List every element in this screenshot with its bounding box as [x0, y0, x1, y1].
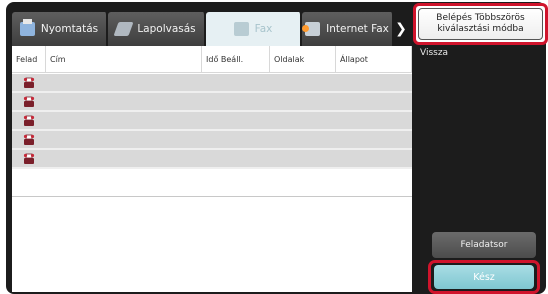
column-header-address[interactable]: Cím: [46, 46, 202, 73]
column-header-sender[interactable]: Felad: [12, 46, 46, 73]
fax-job-icon: [23, 115, 35, 126]
back-button[interactable]: Vissza: [420, 48, 448, 58]
table-row[interactable]: [12, 74, 412, 93]
tab-print[interactable]: Nyomtatás: [12, 12, 108, 46]
internet-fax-icon: [302, 22, 321, 36]
job-queue-button[interactable]: Feladatsor: [432, 232, 536, 258]
fax-icon: [233, 22, 249, 36]
fax-job-icon: [23, 96, 35, 107]
tab-label: Lapolvasás: [137, 23, 196, 35]
fax-job-icon: [23, 134, 35, 145]
table-row[interactable]: [12, 131, 412, 150]
printer-icon: [19, 19, 35, 36]
job-table-header: Felad Cím Idő Beáll. Oldalak Állapot: [12, 46, 412, 73]
job-list: [12, 74, 412, 169]
table-row[interactable]: [12, 112, 412, 131]
done-button[interactable]: Kész: [434, 265, 534, 289]
tab-internet-fax[interactable]: Internet Fax: [302, 12, 394, 46]
tab-label: Nyomtatás: [40, 23, 99, 35]
column-header-time[interactable]: Idő Beáll.: [202, 46, 270, 73]
column-header-status[interactable]: Állapot: [336, 46, 412, 73]
job-tabs: Nyomtatás Lapolvasás Fax Internet Fax: [12, 12, 412, 46]
fax-job-icon: [23, 153, 35, 164]
multi-select-highlight: Belépés Többszörös kiválasztási módba: [413, 3, 548, 45]
tab-label: Fax: [254, 23, 273, 35]
chevron-right-icon[interactable]: ❯: [392, 12, 410, 46]
multi-select-mode-button[interactable]: Belépés Többszörös kiválasztási módba: [418, 8, 543, 40]
tab-fax[interactable]: Fax: [206, 12, 302, 46]
tab-scan[interactable]: Lapolvasás: [108, 12, 206, 46]
scanner-icon: [113, 22, 134, 36]
table-row[interactable]: [12, 150, 412, 169]
fax-job-icon: [23, 77, 35, 88]
tab-label: Internet Fax: [326, 23, 389, 35]
table-row[interactable]: [12, 93, 412, 112]
list-divider: [12, 196, 412, 197]
done-highlight: Kész: [428, 260, 540, 294]
column-header-pages[interactable]: Oldalak: [270, 46, 336, 73]
